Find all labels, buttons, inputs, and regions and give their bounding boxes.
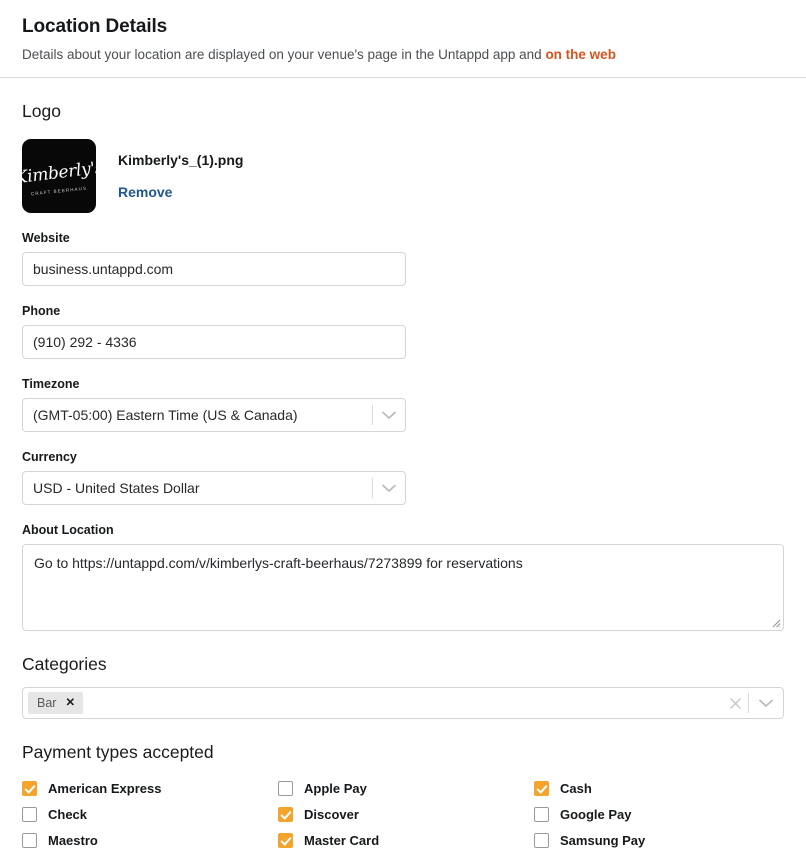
chevron-down-icon[interactable] xyxy=(749,699,783,708)
payment-type-label: Google Pay xyxy=(560,806,632,822)
payment-type-label: Check xyxy=(48,806,88,822)
chevron-down-icon[interactable] xyxy=(373,484,405,493)
payment-types-heading: Payment types accepted xyxy=(22,742,214,762)
payment-type-option[interactable]: Google Pay xyxy=(534,801,790,827)
timezone-label: Timezone xyxy=(22,377,80,391)
page-subtitle-text: Details about your location are displaye… xyxy=(22,47,546,62)
currency-label: Currency xyxy=(22,450,77,464)
logo-row: Kimberly's CRAFT BEERHAUS Kimberly's_(1)… xyxy=(22,139,784,213)
payment-type-label: Cash xyxy=(560,780,592,796)
about-location-textarea[interactable]: Go to https://untappd.com/v/kimberlys-cr… xyxy=(22,544,784,631)
page-title: Location Details xyxy=(22,16,168,37)
logo-heading: Logo xyxy=(22,101,61,121)
checkbox-checked-icon[interactable] xyxy=(534,780,549,796)
website-field: Website xyxy=(22,231,784,286)
payment-type-label: Apple Pay xyxy=(304,780,367,796)
logo-meta: Kimberly's_(1).png Remove xyxy=(118,139,243,202)
form-content: Logo Kimberly's CRAFT BEERHAUS Kimberly'… xyxy=(0,100,806,853)
payment-type-option[interactable]: Apple Pay xyxy=(278,775,534,801)
payment-type-option[interactable]: Cash xyxy=(534,775,790,801)
logo-tagline: CRAFT BEERHAUS xyxy=(30,185,88,197)
payment-types-grid: American Express Apple Pay Cash Check Discov… xyxy=(22,775,792,853)
payment-type-option[interactable]: Master Card xyxy=(278,827,534,853)
currency-select[interactable]: USD - United States Dollar xyxy=(22,471,406,505)
currency-value: USD - United States Dollar xyxy=(33,480,200,496)
checkbox-unchecked-icon[interactable] xyxy=(22,806,37,822)
on-the-web-link[interactable]: on the web xyxy=(545,47,616,62)
checkbox-unchecked-icon[interactable] xyxy=(534,806,549,822)
payment-type-option[interactable]: Discover xyxy=(278,801,534,827)
category-tag-remove-icon[interactable]: ✕ xyxy=(65,692,75,714)
category-tag-label: Bar xyxy=(37,696,57,710)
categories-heading: Categories xyxy=(22,654,107,674)
categories-multiselect[interactable]: Bar ✕ xyxy=(22,687,784,719)
phone-label: Phone xyxy=(22,304,61,318)
about-location-label: About Location xyxy=(22,523,114,537)
logo-wordmark: Kimberly's xyxy=(22,157,96,189)
logo-thumbnail: Kimberly's CRAFT BEERHAUS xyxy=(22,139,96,213)
page-subtitle: Details about your location are displaye… xyxy=(22,46,784,63)
payment-type-option[interactable]: Maestro xyxy=(22,827,278,853)
payment-type-label: Master Card xyxy=(304,832,380,848)
page-header: Location Details Details about your loca… xyxy=(0,0,806,78)
checkbox-unchecked-icon[interactable] xyxy=(22,832,37,848)
phone-field: Phone xyxy=(22,304,784,359)
website-label: Website xyxy=(22,231,70,245)
timezone-field: Timezone (GMT-05:00) Eastern Time (US & … xyxy=(22,377,784,432)
checkbox-checked-icon[interactable] xyxy=(278,806,293,822)
payment-type-label: Maestro xyxy=(48,832,98,848)
payment-type-label: Samsung Pay xyxy=(560,832,646,848)
payment-type-option[interactable]: Check xyxy=(22,801,278,827)
payment-type-option[interactable]: Samsung Pay xyxy=(534,827,790,853)
checkbox-unchecked-icon[interactable] xyxy=(278,780,293,796)
timezone-value: (GMT-05:00) Eastern Time (US & Canada) xyxy=(33,407,298,423)
timezone-select[interactable]: (GMT-05:00) Eastern Time (US & Canada) xyxy=(22,398,406,432)
checkbox-checked-icon[interactable] xyxy=(278,832,293,848)
payment-type-label: American Express xyxy=(48,780,162,796)
checkbox-unchecked-icon[interactable] xyxy=(534,832,549,848)
website-input[interactable] xyxy=(22,252,406,286)
remove-logo-link[interactable]: Remove xyxy=(118,184,172,200)
payment-type-option[interactable]: American Express xyxy=(22,775,278,801)
phone-input[interactable] xyxy=(22,325,406,359)
checkbox-checked-icon[interactable] xyxy=(22,780,37,796)
currency-field: Currency USD - United States Dollar xyxy=(22,450,784,505)
clear-all-icon[interactable] xyxy=(722,697,748,709)
chevron-down-icon[interactable] xyxy=(373,411,405,420)
category-tag: Bar ✕ xyxy=(28,692,84,714)
about-location-wrap: Go to https://untappd.com/v/kimberlys-cr… xyxy=(22,544,784,631)
about-location-field: About Location Go to https://untappd.com… xyxy=(22,523,784,631)
logo-filename: Kimberly's_(1).png xyxy=(118,152,244,168)
payment-type-label: Discover xyxy=(304,806,359,822)
